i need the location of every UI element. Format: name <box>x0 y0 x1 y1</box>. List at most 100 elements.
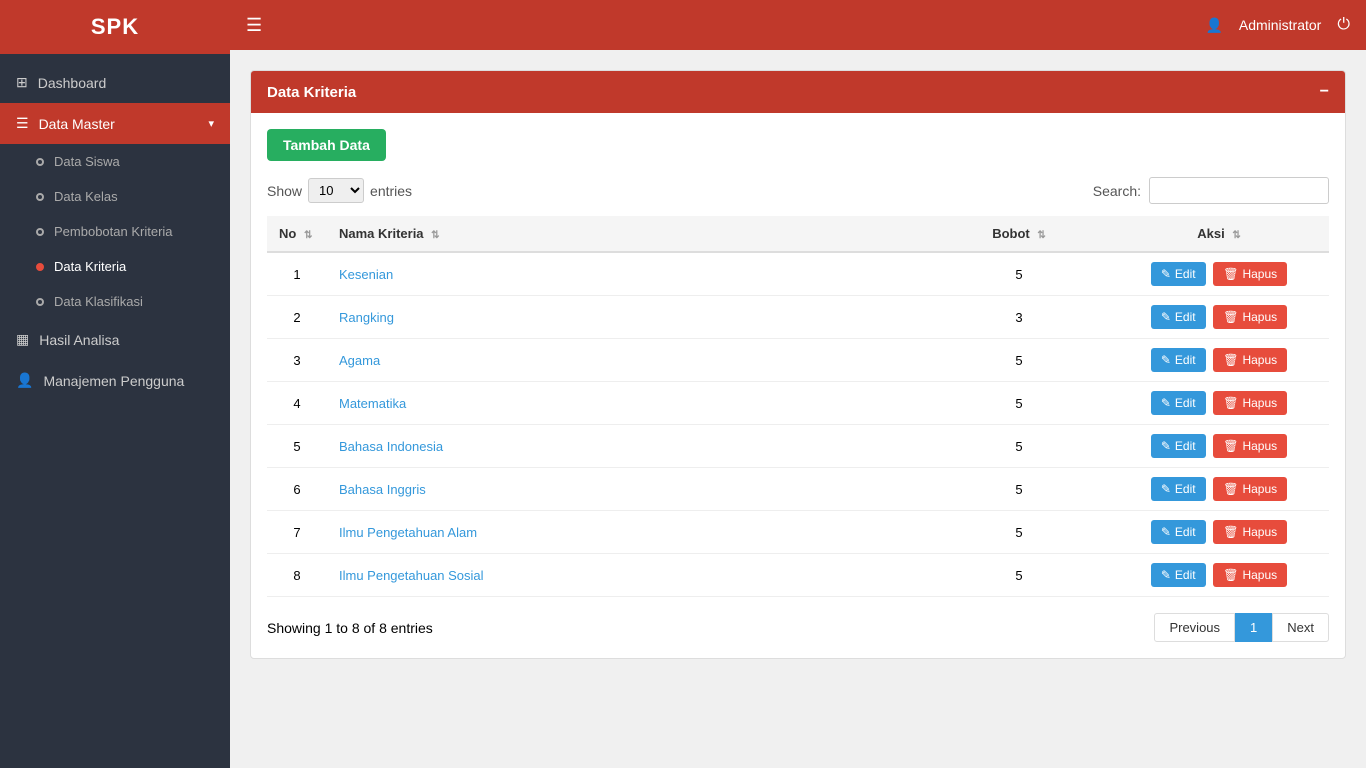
hapus-button[interactable]: 🗑 Hapus <box>1213 305 1287 329</box>
sidebar-item-data-master-label: Data Master <box>39 116 115 132</box>
main-area: ☰ 👤 Administrator ⏻ Data Kriteria − Tamb… <box>230 0 1366 768</box>
tambah-data-button[interactable]: Tambah Data <box>267 129 386 161</box>
cell-aksi: ✎ Edit 🗑 Hapus <box>1109 468 1329 511</box>
entries-label: entries <box>370 183 412 199</box>
hapus-button[interactable]: 🗑 Hapus <box>1213 520 1287 544</box>
user-icon: 👤 <box>1205 17 1222 34</box>
sidebar-item-data-kelas[interactable]: Data Kelas <box>0 179 230 214</box>
col-bobot: Bobot ⇅ <box>929 216 1109 252</box>
cell-no: 4 <box>267 382 327 425</box>
cell-nama: Matematika <box>327 382 929 425</box>
data-master-submenu: Data Siswa Data Kelas Pembobotan Kriteri… <box>0 144 230 319</box>
show-entries: Show 10 25 50 100 entries <box>267 178 412 203</box>
trash-icon: 🗑 <box>1223 396 1238 410</box>
sidebar: SPK ⊞ Dashboard ☰ Data Master ▾ <box>0 0 230 768</box>
sort-icon: ⇅ <box>1232 230 1240 241</box>
cell-aksi: ✎ Edit 🗑 Hapus <box>1109 382 1329 425</box>
hamburger-icon[interactable]: ☰ <box>246 15 262 36</box>
sidebar-item-pembobotan-kriteria-label: Pembobotan Kriteria <box>54 224 173 239</box>
sidebar-item-pembobotan-kriteria[interactable]: Pembobotan Kriteria <box>0 214 230 249</box>
sidebar-item-dashboard[interactable]: ⊞ Dashboard <box>0 62 230 103</box>
table-controls: Show 10 25 50 100 entries Search: <box>267 177 1329 204</box>
cell-nama: Ilmu Pengetahuan Sosial <box>327 554 929 597</box>
search-input[interactable] <box>1149 177 1329 204</box>
edit-button[interactable]: ✎ Edit <box>1151 434 1206 458</box>
edit-button[interactable]: ✎ Edit <box>1151 520 1206 544</box>
sidebar-item-data-master[interactable]: ☰ Data Master ▾ <box>0 103 230 144</box>
edit-icon: ✎ <box>1161 267 1171 281</box>
edit-icon: ✎ <box>1161 439 1171 453</box>
criteria-link[interactable]: Matematika <box>339 396 406 411</box>
cell-bobot: 5 <box>929 339 1109 382</box>
data-kriteria-card: Data Kriteria − Tambah Data Show 10 25 5… <box>250 70 1346 659</box>
sidebar-item-data-siswa[interactable]: Data Siswa <box>0 144 230 179</box>
criteria-link[interactable]: Kesenian <box>339 267 393 282</box>
cell-nama: Agama <box>327 339 929 382</box>
criteria-link[interactable]: Agama <box>339 353 380 368</box>
hapus-button[interactable]: 🗑 Hapus <box>1213 262 1287 286</box>
sidebar-item-hasil-analisa[interactable]: ▦ Hasil Analisa <box>0 319 230 360</box>
table-row: 3 Agama 5 ✎ Edit 🗑 Hapus <box>267 339 1329 382</box>
entries-select[interactable]: 10 25 50 100 <box>308 178 364 203</box>
criteria-link[interactable]: Ilmu Pengetahuan Alam <box>339 525 477 540</box>
criteria-link[interactable]: Bahasa Indonesia <box>339 439 443 454</box>
trash-icon: 🗑 <box>1223 439 1238 453</box>
next-button[interactable]: Next <box>1272 613 1329 642</box>
dot-icon <box>36 158 44 166</box>
col-aksi: Aksi ⇅ <box>1109 216 1329 252</box>
edit-button[interactable]: ✎ Edit <box>1151 305 1206 329</box>
col-nama-kriteria: Nama Kriteria ⇅ <box>327 216 929 252</box>
cell-aksi: ✎ Edit 🗑 Hapus <box>1109 252 1329 296</box>
cell-nama: Bahasa Inggris <box>327 468 929 511</box>
criteria-table: No ⇅ Nama Kriteria ⇅ Bobot ⇅ Aksi ⇅ <box>267 216 1329 597</box>
edit-button[interactable]: ✎ Edit <box>1151 477 1206 501</box>
sidebar-item-manajemen-pengguna[interactable]: 👤 Manajemen Pengguna <box>0 360 230 401</box>
hapus-button[interactable]: 🗑 Hapus <box>1213 391 1287 415</box>
page-1-button[interactable]: 1 <box>1235 613 1272 642</box>
hapus-button[interactable]: 🗑 Hapus <box>1213 348 1287 372</box>
cell-nama: Ilmu Pengetahuan Alam <box>327 511 929 554</box>
hapus-button[interactable]: 🗑 Hapus <box>1213 434 1287 458</box>
username-label: Administrator <box>1239 17 1321 33</box>
edit-button[interactable]: ✎ Edit <box>1151 262 1206 286</box>
table-row: 1 Kesenian 5 ✎ Edit 🗑 Hapus <box>267 252 1329 296</box>
pagination-area: Showing 1 to 8 of 8 entries Previous 1 N… <box>267 613 1329 642</box>
cell-bobot: 5 <box>929 468 1109 511</box>
chart-icon: ▦ <box>16 331 29 348</box>
cell-bobot: 5 <box>929 382 1109 425</box>
edit-icon: ✎ <box>1161 353 1171 367</box>
trash-icon: 🗑 <box>1223 267 1238 281</box>
cell-bobot: 5 <box>929 554 1109 597</box>
hapus-button[interactable]: 🗑 Hapus <box>1213 477 1287 501</box>
minimize-icon[interactable]: − <box>1320 83 1329 101</box>
table-row: 2 Rangking 3 ✎ Edit 🗑 Hapus <box>267 296 1329 339</box>
table-row: 6 Bahasa Inggris 5 ✎ Edit 🗑 Hapus <box>267 468 1329 511</box>
edit-button[interactable]: ✎ Edit <box>1151 348 1206 372</box>
sidebar-nav: ⊞ Dashboard ☰ Data Master ▾ Data Siswa <box>0 62 230 401</box>
hapus-button[interactable]: 🗑 Hapus <box>1213 563 1287 587</box>
edit-button[interactable]: ✎ Edit <box>1151 391 1206 415</box>
sidebar-item-manajemen-pengguna-label: Manajemen Pengguna <box>43 373 184 389</box>
criteria-link[interactable]: Bahasa Inggris <box>339 482 426 497</box>
sidebar-item-data-kriteria-label: Data Kriteria <box>54 259 126 274</box>
edit-icon: ✎ <box>1161 568 1171 582</box>
power-button[interactable]: ⏻ <box>1337 16 1350 34</box>
criteria-link[interactable]: Rangking <box>339 310 394 325</box>
edit-button[interactable]: ✎ Edit <box>1151 563 1206 587</box>
sidebar-item-data-kriteria[interactable]: Data Kriteria <box>0 249 230 284</box>
criteria-link[interactable]: Ilmu Pengetahuan Sosial <box>339 568 484 583</box>
table-row: 8 Ilmu Pengetahuan Sosial 5 ✎ Edit 🗑 Hap… <box>267 554 1329 597</box>
edit-icon: ✎ <box>1161 525 1171 539</box>
cell-no: 8 <box>267 554 327 597</box>
cell-aksi: ✎ Edit 🗑 Hapus <box>1109 554 1329 597</box>
topbar-right: 👤 Administrator ⏻ <box>1205 16 1350 34</box>
previous-button[interactable]: Previous <box>1154 613 1235 642</box>
search-box: Search: <box>1093 177 1329 204</box>
dot-icon <box>36 193 44 201</box>
cell-aksi: ✎ Edit 🗑 Hapus <box>1109 511 1329 554</box>
cell-no: 2 <box>267 296 327 339</box>
cell-nama: Bahasa Indonesia <box>327 425 929 468</box>
cell-nama: Kesenian <box>327 252 929 296</box>
cell-bobot: 5 <box>929 252 1109 296</box>
sidebar-item-data-klasifikasi[interactable]: Data Klasifikasi <box>0 284 230 319</box>
